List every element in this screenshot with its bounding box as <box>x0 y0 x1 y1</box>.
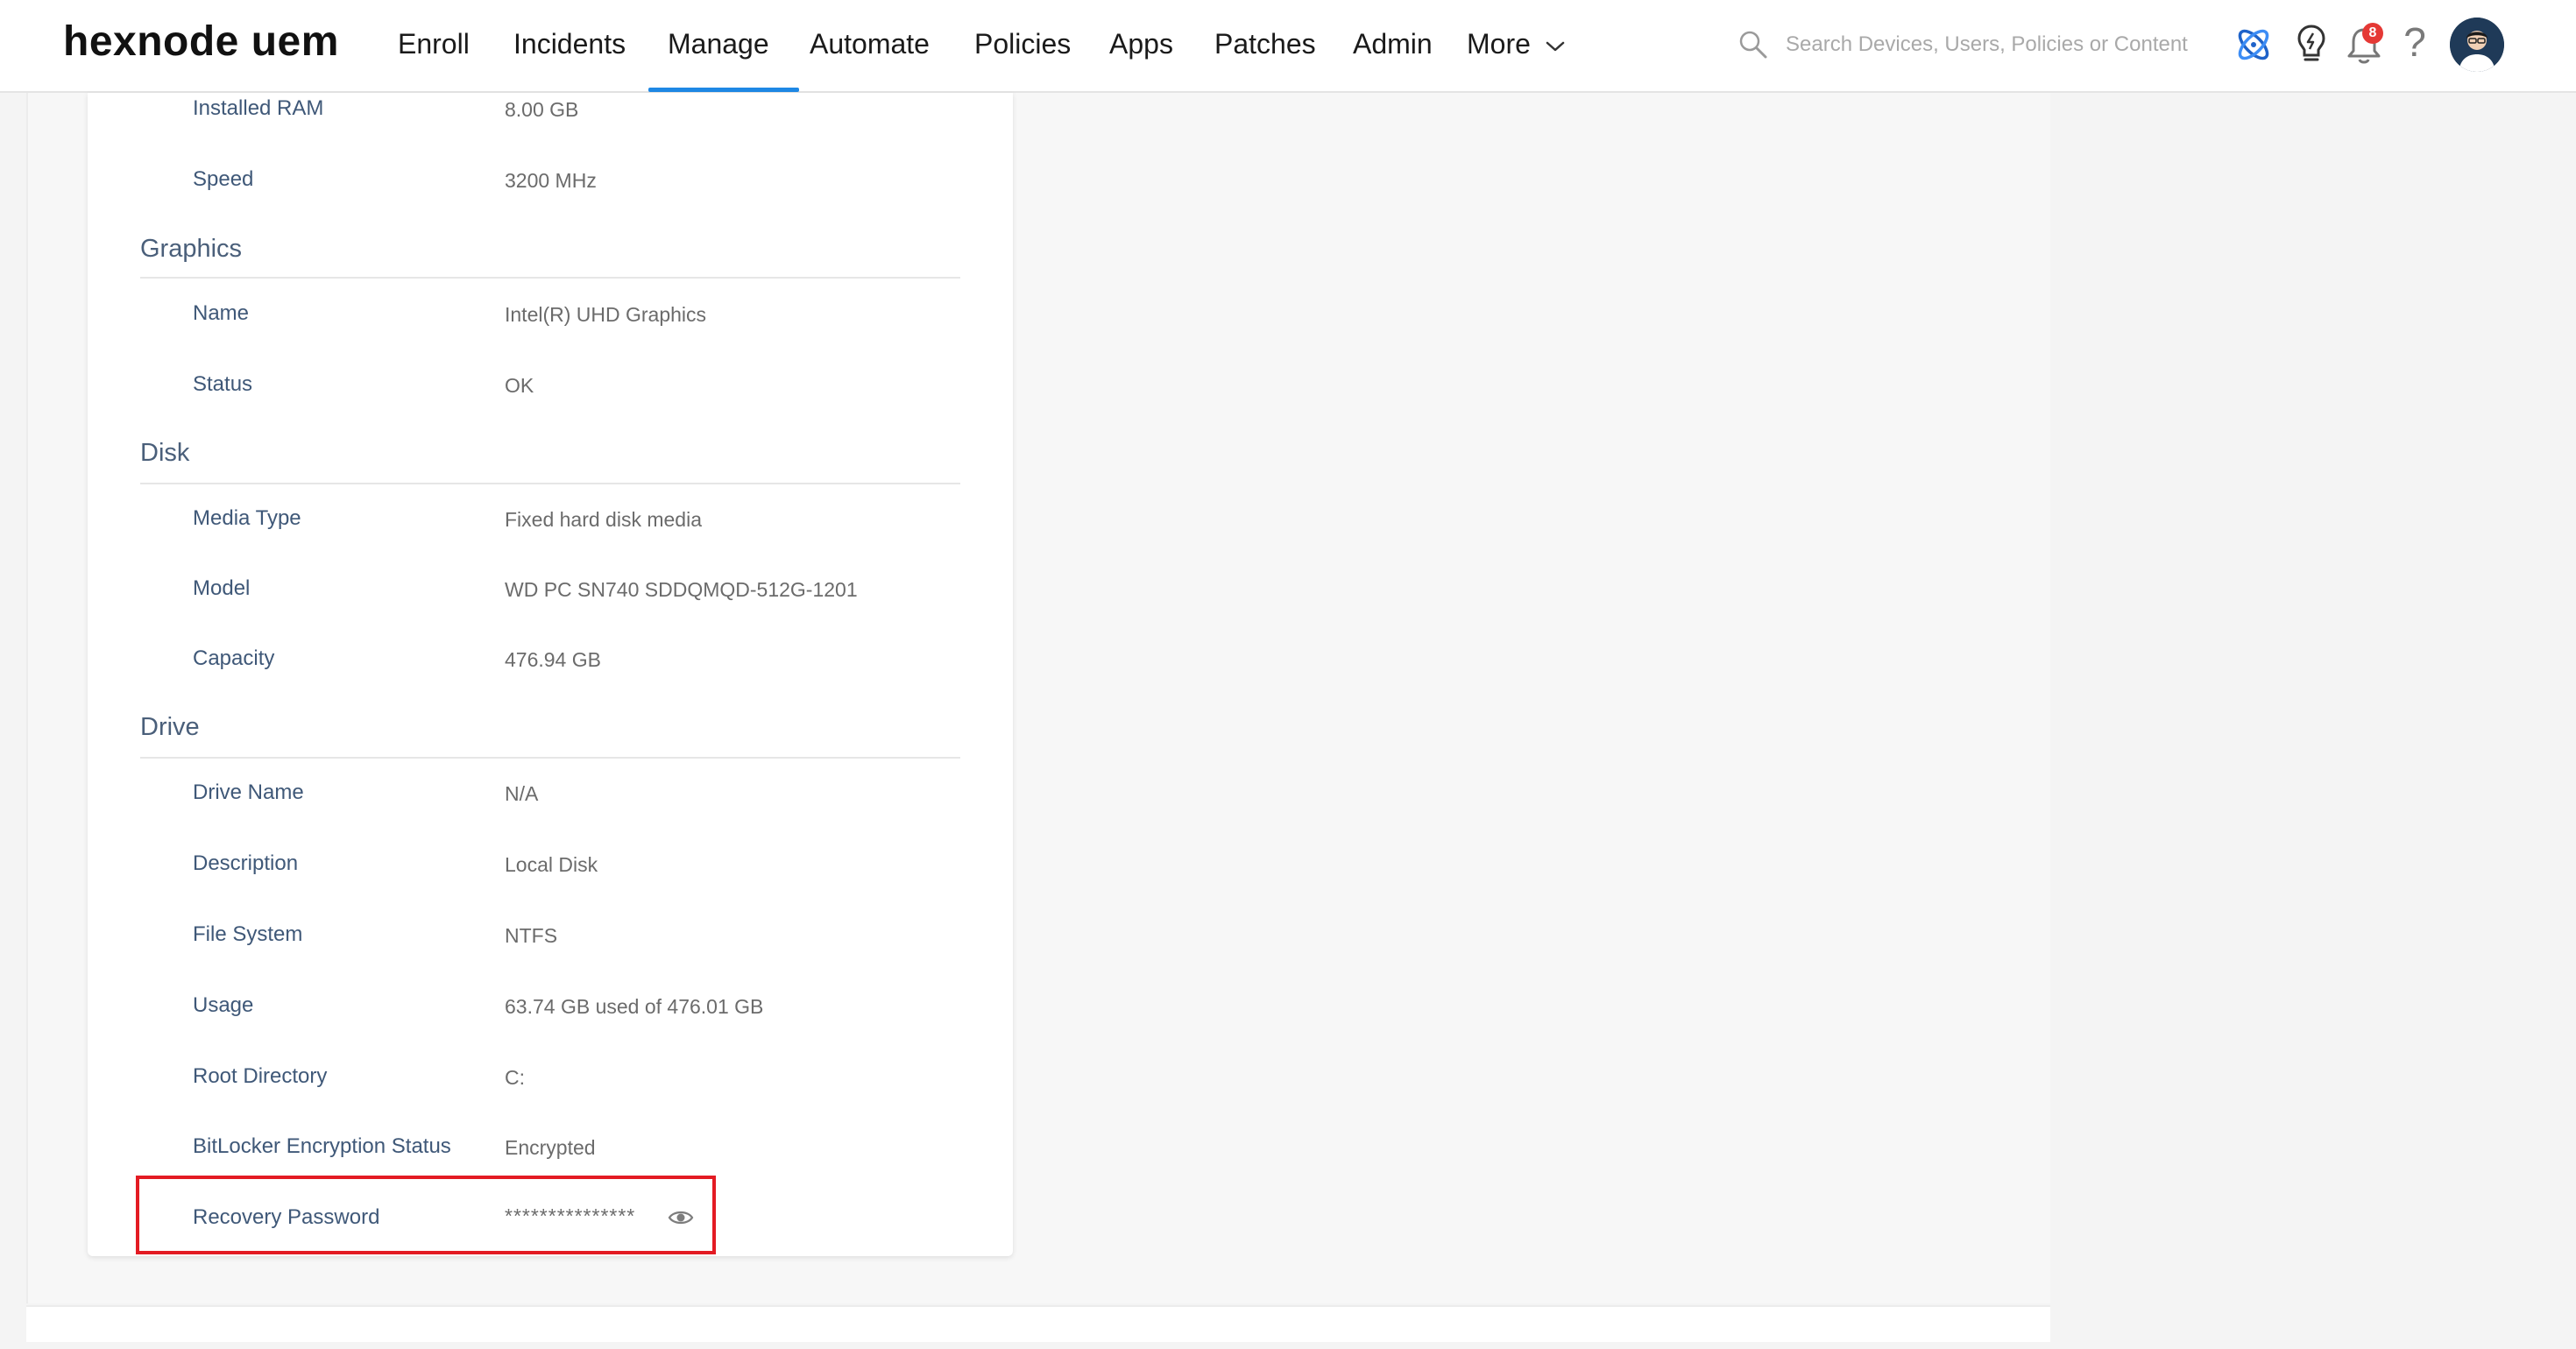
field-label-installed-ram: Installed RAM <box>193 96 324 120</box>
top-navigation-bar: hexnode uem Enroll Incidents Manage Auto… <box>0 0 2576 93</box>
field-value-graphics-status: OK <box>505 374 534 397</box>
field-label-graphics-status: Status <box>193 372 253 396</box>
field-label-description: Description <box>193 851 299 875</box>
search-input[interactable] <box>1786 32 2189 57</box>
section-divider <box>140 757 960 759</box>
help-icon[interactable]: ? <box>2397 16 2432 68</box>
field-label-root-directory: Root Directory <box>193 1064 328 1088</box>
nav-more[interactable]: More <box>1467 25 1565 63</box>
nav-more-label: More <box>1467 28 1531 60</box>
atom-icon[interactable] <box>2229 19 2278 68</box>
footer-strip <box>26 1305 2050 1342</box>
nav-apps[interactable]: Apps <box>1109 25 1173 63</box>
active-tab-indicator <box>648 88 799 92</box>
field-label-drive-name: Drive Name <box>193 780 304 804</box>
field-value-capacity: 476.94 GB <box>505 648 601 671</box>
nav-automate[interactable]: Automate <box>810 25 930 63</box>
global-search[interactable] <box>1738 25 2194 65</box>
field-value-drive-name: N/A <box>505 782 539 805</box>
field-label-model: Model <box>193 576 251 600</box>
logo[interactable]: hexnode uem <box>63 16 339 68</box>
recovery-password-highlight <box>136 1176 716 1254</box>
nav-policies[interactable]: Policies <box>974 25 1071 63</box>
field-value-speed: 3200 MHz <box>505 169 597 192</box>
nav-manage[interactable]: Manage <box>668 25 769 63</box>
field-label-bitlocker-status: BitLocker Encryption Status <box>193 1134 451 1158</box>
notification-badge: 8 <box>2362 23 2383 44</box>
field-label-usage: Usage <box>193 993 254 1017</box>
nav-incidents[interactable]: Incidents <box>513 25 626 63</box>
nav-enroll[interactable]: Enroll <box>398 25 470 63</box>
section-divider <box>140 483 960 484</box>
field-label-graphics-name: Name <box>193 301 250 325</box>
section-title-disk: Disk <box>140 439 190 467</box>
nav-patches[interactable]: Patches <box>1214 25 1316 63</box>
section-divider <box>140 277 960 279</box>
field-label-media-type: Media Type <box>193 506 301 530</box>
nav-admin[interactable]: Admin <box>1353 25 1433 63</box>
field-label-file-system: File System <box>193 922 303 946</box>
section-title-graphics: Graphics <box>140 235 243 263</box>
field-value-model: WD PC SN740 SDDQMQD-512G-1201 <box>505 578 858 601</box>
avatar[interactable] <box>2450 18 2504 72</box>
field-label-speed: Speed <box>193 167 254 191</box>
field-label-capacity: Capacity <box>193 646 275 670</box>
search-icon <box>1739 31 1767 59</box>
field-value-media-type: Fixed hard disk media <box>505 508 702 531</box>
field-value-installed-ram: 8.00 GB <box>505 98 579 121</box>
field-value-description: Local Disk <box>505 853 598 876</box>
field-value-usage: 63.74 GB used of 476.01 GB <box>505 995 764 1018</box>
field-value-file-system: NTFS <box>505 924 558 947</box>
bulb-icon[interactable] <box>2287 19 2336 68</box>
section-title-drive: Drive <box>140 713 200 741</box>
field-value-root-directory: C: <box>505 1066 525 1089</box>
field-value-bitlocker-status: Encrypted <box>505 1136 596 1159</box>
chevron-down-icon <box>1546 41 1565 51</box>
field-value-graphics-name: Intel(R) UHD Graphics <box>505 303 707 326</box>
bell-icon[interactable]: 8 <box>2339 19 2388 68</box>
